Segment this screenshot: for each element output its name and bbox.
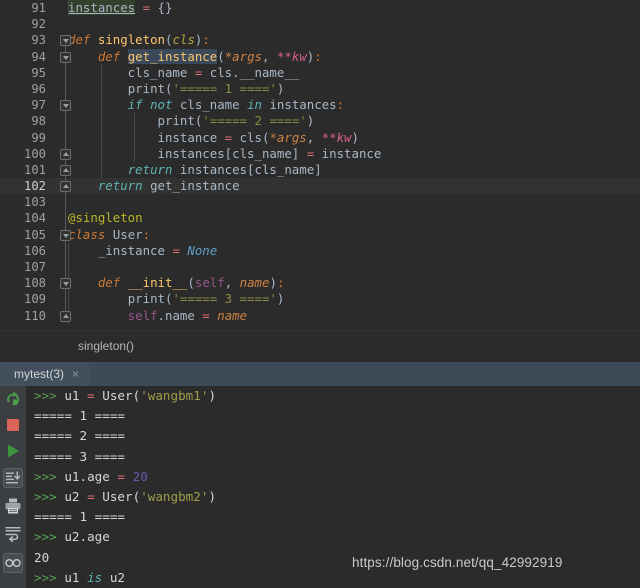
soft-wrap-icon[interactable] bbox=[3, 523, 23, 543]
console-input-line[interactable]: >>> u2.age bbox=[26, 527, 640, 547]
code-line[interactable]: 108 def __init__(self, name): bbox=[0, 275, 640, 291]
code-text: print('===== 1 ====') bbox=[127, 80, 285, 96]
line-number: 107 bbox=[23, 260, 46, 274]
line-number: 95 bbox=[31, 65, 46, 80]
code-text: class User: bbox=[68, 226, 151, 242]
line-number: 98 bbox=[31, 114, 46, 129]
tab-label: mytest(3) bbox=[14, 367, 65, 381]
stop-icon[interactable] bbox=[3, 415, 23, 435]
console-output-line: ===== 1 ==== bbox=[34, 408, 125, 424]
line-number: 93 bbox=[31, 33, 46, 48]
breadcrumb-bar: singleton() bbox=[0, 330, 640, 363]
console-scrollbar[interactable] bbox=[636, 386, 640, 588]
code-text: self.name = name bbox=[127, 307, 248, 323]
code-text: def get_instance(*args, **kw): bbox=[97, 48, 322, 64]
glasses-icon[interactable] bbox=[3, 553, 23, 573]
code-line[interactable]: 94 def get_instance(*args, **kw): bbox=[0, 48, 640, 65]
line-number: 99 bbox=[31, 130, 46, 145]
code-text: def singleton(cls): bbox=[68, 32, 210, 48]
line-number: 109 bbox=[23, 292, 46, 307]
run-icon[interactable] bbox=[3, 441, 23, 461]
console-input-line[interactable]: >>> u1.age = 20 bbox=[26, 467, 640, 487]
code-text: if not cls_name in instances: bbox=[127, 97, 345, 113]
line-number: 102 bbox=[23, 179, 46, 194]
line-number: 101 bbox=[23, 162, 46, 177]
code-text: instances[cls_name] = instance bbox=[68, 145, 382, 161]
console-output-line: ===== 3 ==== bbox=[34, 448, 125, 464]
code-line[interactable]: 96 print('===== 1 ====') bbox=[0, 81, 640, 97]
code-line[interactable]: 102 return get_instance bbox=[0, 178, 640, 195]
code-line[interactable]: 100 instances[cls_name] = instance bbox=[0, 146, 640, 162]
line-number: 92 bbox=[31, 17, 46, 32]
code-line[interactable]: 99 instance = cls(*args, **kw) bbox=[0, 130, 640, 146]
watermark-url: https://blog.csdn.net/qq_42992919 bbox=[352, 555, 563, 570]
console-tab-bar: mytest(3) × bbox=[0, 362, 640, 386]
line-number: 96 bbox=[31, 81, 46, 96]
code-line[interactable]: 109 print('===== 3 ====') bbox=[0, 291, 640, 307]
breadcrumb-singleton[interactable]: singleton() bbox=[78, 339, 134, 353]
code-line[interactable]: 106 _instance = None bbox=[0, 243, 640, 259]
close-icon[interactable]: × bbox=[72, 368, 79, 380]
scroll-to-end-icon[interactable] bbox=[3, 468, 23, 488]
code-text: return get_instance bbox=[97, 178, 240, 194]
code-line[interactable]: 101 return instances[cls_name] bbox=[0, 162, 640, 178]
line-number: 108 bbox=[23, 276, 46, 291]
code-line[interactable]: 95 cls_name = cls.__name__ bbox=[0, 65, 640, 81]
console-toolbar bbox=[0, 386, 26, 588]
line-number: 105 bbox=[23, 227, 46, 242]
pycharm-window: 91 instances = {} 92 93 def singleton(cls): 9… bbox=[0, 0, 640, 588]
console-output-line: ===== 1 ==== bbox=[34, 509, 125, 525]
print-icon[interactable] bbox=[3, 496, 23, 516]
line-number: 97 bbox=[31, 98, 46, 113]
code-line[interactable]: 105 class User: bbox=[0, 227, 640, 243]
console-input-line[interactable]: >>> u1 = User('wangbm1') bbox=[26, 386, 640, 406]
code-line[interactable]: 98 print('===== 2 ====') bbox=[0, 113, 640, 129]
line-number: 100 bbox=[23, 146, 46, 161]
line-number: 104 bbox=[23, 211, 46, 226]
line-number: 110 bbox=[23, 308, 46, 323]
line-number: 103 bbox=[23, 195, 46, 210]
code-lines-container[interactable]: 91 instances = {} 92 93 def singleton(cls): 9… bbox=[0, 0, 640, 324]
code-line[interactable]: 107 bbox=[0, 259, 640, 275]
tab-mytest[interactable]: mytest(3) × bbox=[0, 362, 90, 386]
console-output-line: ===== 2 ==== bbox=[34, 428, 125, 444]
rerun-icon[interactable] bbox=[3, 389, 23, 409]
code-editor[interactable]: 91 instances = {} 92 93 def singleton(cls): 9… bbox=[0, 0, 640, 330]
code-line[interactable]: 97 if not cls_name in instances: bbox=[0, 97, 640, 113]
console-input-line[interactable]: >>> u2 = User('wangbm2') bbox=[26, 487, 640, 507]
code-line[interactable]: 110 self.name = name bbox=[0, 308, 640, 324]
code-text: print('===== 3 ====') bbox=[127, 291, 285, 307]
line-number: 91 bbox=[31, 1, 46, 15]
code-line[interactable]: 103 bbox=[0, 194, 640, 210]
code-text: @singleton bbox=[68, 210, 143, 226]
line-number: 106 bbox=[23, 243, 46, 258]
code-text: instances = {} bbox=[68, 0, 173, 15]
code-text: print('===== 2 ====') bbox=[157, 113, 315, 129]
code-line[interactable]: 91 instances = {} bbox=[0, 0, 640, 16]
code-line[interactable]: 104 @singleton bbox=[0, 210, 640, 226]
console-input-line[interactable]: >>> u1 is u2 bbox=[26, 568, 640, 588]
code-text: instance = cls(*args, **kw) bbox=[68, 129, 359, 145]
code-text: def __init__(self, name): bbox=[97, 275, 285, 291]
code-line[interactable]: 93 def singleton(cls): bbox=[0, 32, 640, 48]
code-text: cls_name = cls.__name__ bbox=[68, 64, 300, 80]
line-number: 94 bbox=[31, 49, 46, 64]
code-text: return instances[cls_name] bbox=[127, 161, 322, 177]
code-line[interactable]: 92 bbox=[0, 16, 640, 32]
code-text: _instance = None bbox=[68, 242, 218, 258]
